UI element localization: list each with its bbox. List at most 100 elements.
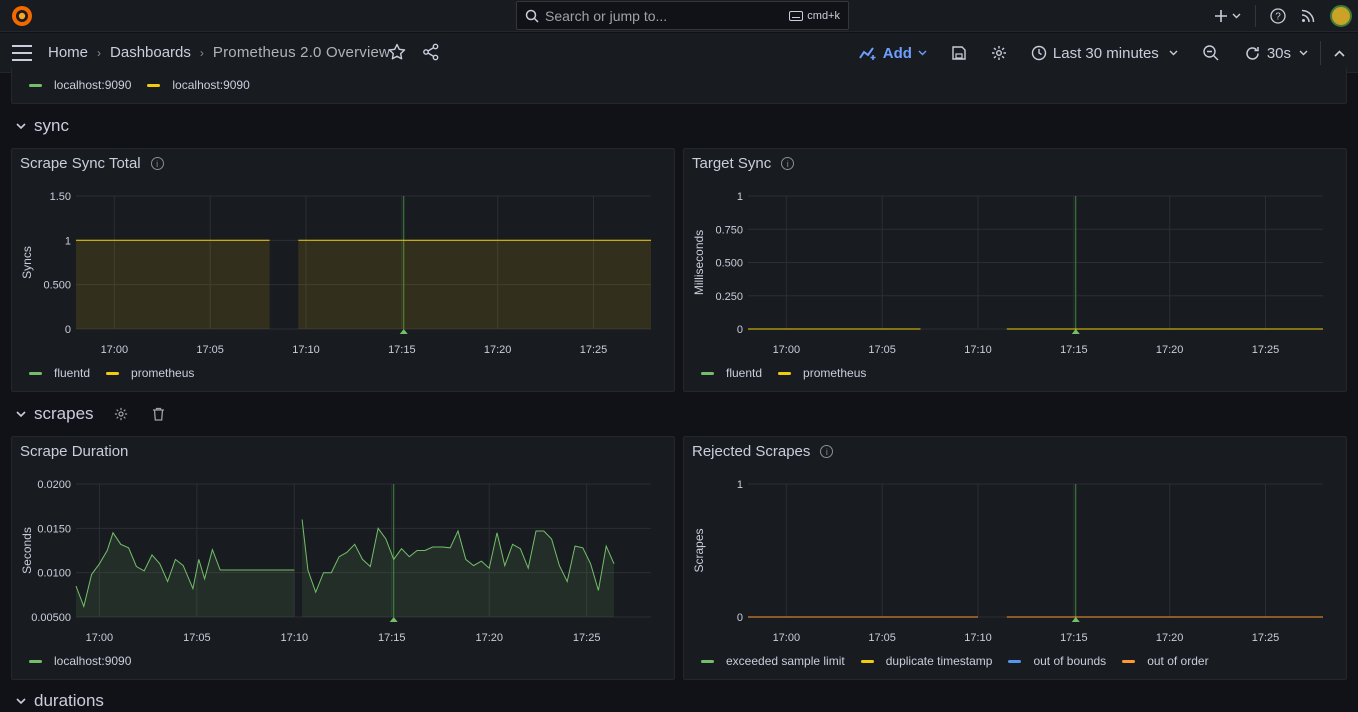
- legend-item[interactable]: out of order: [1122, 654, 1209, 668]
- panel-title[interactable]: Scrape Duration: [20, 443, 128, 460]
- annotation-marker[interactable]: [389, 617, 398, 622]
- help-icon[interactable]: ?: [1270, 8, 1286, 24]
- y-tick-label: 0.500: [43, 280, 71, 292]
- panel-title-text: Rejected Scrapes: [692, 443, 811, 460]
- chevron-down-icon: [16, 410, 26, 417]
- refresh-interval-label[interactable]: 30s: [1267, 45, 1291, 62]
- x-tick-label: 17:05: [196, 344, 224, 356]
- svg-text:?: ?: [1275, 12, 1281, 23]
- share-icon[interactable]: [422, 43, 440, 61]
- row-scrapes[interactable]: scrapes: [16, 404, 165, 424]
- chart-scrape-sync-total[interactable]: Syncs 0 0.500 1 1.50 17:00 17:05 17:10 17:15 17:2…: [12, 179, 676, 389]
- x-tick-label: 17:20: [475, 632, 503, 644]
- legend-label: localhost:9090: [54, 654, 132, 668]
- breadcrumb-home[interactable]: Home: [48, 44, 88, 61]
- x-tick-label: 17:10: [292, 344, 320, 356]
- save-icon: [952, 46, 966, 60]
- legend-swatch: [701, 659, 714, 663]
- panel-title-text: Target Sync: [692, 155, 772, 172]
- clock-icon: [1031, 45, 1047, 61]
- chevron-down-icon: [918, 50, 927, 56]
- legend-swatch: [29, 371, 42, 375]
- chevron-down-icon: [1232, 13, 1241, 19]
- y-tick-label: 0.00500: [31, 612, 71, 624]
- series-area: [302, 519, 614, 617]
- y-tick-label: 0.0150: [37, 523, 71, 535]
- x-tick-label: 17:05: [183, 632, 211, 644]
- annotation-marker[interactable]: [1071, 617, 1080, 622]
- y-axis-label: Milliseconds: [692, 230, 706, 295]
- row-settings-gear-icon[interactable]: [114, 407, 128, 421]
- chart-rejected-scrapes[interactable]: Scrapes 0 1 17:00 17:05 17:10 17:15 17:20 17:25: [684, 467, 1348, 677]
- legend-swatch: [860, 659, 874, 663]
- new-menu-button[interactable]: [1214, 9, 1241, 23]
- legend-item[interactable]: fluentd: [701, 366, 762, 380]
- plus-icon: [1215, 10, 1227, 22]
- panel-title[interactable]: Target Sync i: [692, 155, 795, 172]
- row-title: scrapes: [34, 404, 94, 423]
- y-tick-label: 0.0200: [37, 479, 71, 491]
- legend-item[interactable]: out of bounds: [1008, 654, 1106, 668]
- row-title: durations: [34, 691, 104, 710]
- breadcrumb: Home › Dashboards › Prometheus 2.0 Overv…: [48, 44, 390, 61]
- info-icon[interactable]: i: [781, 157, 795, 170]
- row-durations[interactable]: durations: [16, 691, 104, 711]
- y-axis-label: Scrapes: [692, 528, 706, 572]
- row-sync[interactable]: sync: [16, 116, 69, 136]
- x-tick-label: 17:15: [1060, 344, 1088, 356]
- y-tick-label: 0.0100: [37, 568, 71, 580]
- x-tick-label: 17:10: [281, 632, 309, 644]
- x-tick-label: 17:15: [378, 632, 406, 644]
- star-icon[interactable]: [388, 43, 406, 61]
- chevron-down-icon: [1169, 50, 1178, 56]
- add-panel-icon: [858, 47, 876, 60]
- legend-item[interactable]: prometheus: [106, 366, 194, 380]
- panel-title[interactable]: Scrape Sync Total i: [20, 155, 164, 172]
- x-tick-label: 17:05: [868, 632, 896, 644]
- search-input[interactable]: Search or jump to... cmd+k: [516, 1, 849, 30]
- grafana-logo-icon[interactable]: [10, 4, 34, 28]
- menu-icon[interactable]: [11, 44, 33, 62]
- row-title: sync: [34, 116, 69, 135]
- legend-label: prometheus: [131, 366, 195, 380]
- divider: [1255, 5, 1256, 27]
- chevron-right-icon: ›: [199, 45, 204, 60]
- legend-label: fluentd: [726, 366, 763, 380]
- y-axis-label: Syncs: [20, 246, 34, 279]
- legend-item[interactable]: fluentd: [29, 366, 90, 380]
- y-tick-label: 0: [65, 324, 71, 336]
- info-icon[interactable]: i: [150, 157, 164, 170]
- series-area: [76, 240, 270, 329]
- x-tick-label: 17:20: [484, 344, 512, 356]
- legend-label: out of order: [1147, 654, 1209, 668]
- info-icon[interactable]: i: [820, 445, 834, 458]
- annotation-marker[interactable]: [399, 329, 408, 334]
- trash-icon[interactable]: [152, 407, 165, 421]
- panel-scrape-sync-total: Scrape Sync Total i Syncs 0 0.500 1 1.50 17:0…: [11, 148, 675, 392]
- x-tick-label: 17:25: [1252, 632, 1280, 644]
- panel-title[interactable]: Rejected Scrapes i: [692, 443, 834, 460]
- x-tick-label: 17:15: [1060, 632, 1088, 644]
- breadcrumb-dashboards[interactable]: Dashboards: [110, 44, 191, 61]
- legend-item[interactable]: localhost:9090: [29, 78, 131, 92]
- chart-target-sync[interactable]: Milliseconds 0 0.250 0.500 0.750 1 17:00 17:05 1…: [684, 179, 1348, 389]
- annotation-marker[interactable]: [1071, 329, 1080, 334]
- chevron-down-icon: [16, 697, 26, 704]
- legend-label: localhost:9090: [54, 78, 132, 92]
- legend-swatch: [106, 371, 120, 375]
- refresh-icon: [1246, 46, 1259, 60]
- legend: localhost:9090: [29, 654, 131, 668]
- rss-news-icon[interactable]: [1300, 8, 1316, 24]
- y-tick-label: 1.50: [50, 191, 71, 203]
- chevron-down-icon: [1299, 50, 1308, 56]
- legend-item[interactable]: exceeded sample limit: [701, 654, 845, 668]
- zoom-out-icon: [1203, 45, 1219, 61]
- legend-item[interactable]: localhost:9090: [147, 78, 250, 92]
- user-avatar[interactable]: [1330, 5, 1352, 27]
- chart-scrape-duration[interactable]: Seconds 0.00500 0.0100 0.0150 0.0200 17:00 17:…: [12, 467, 676, 677]
- legend-swatch: [701, 371, 714, 375]
- legend-item[interactable]: duplicate timestamp: [860, 654, 992, 668]
- legend-item[interactable]: localhost:9090: [29, 654, 131, 668]
- legend-swatch: [147, 83, 161, 87]
- legend-item[interactable]: prometheus: [778, 366, 866, 380]
